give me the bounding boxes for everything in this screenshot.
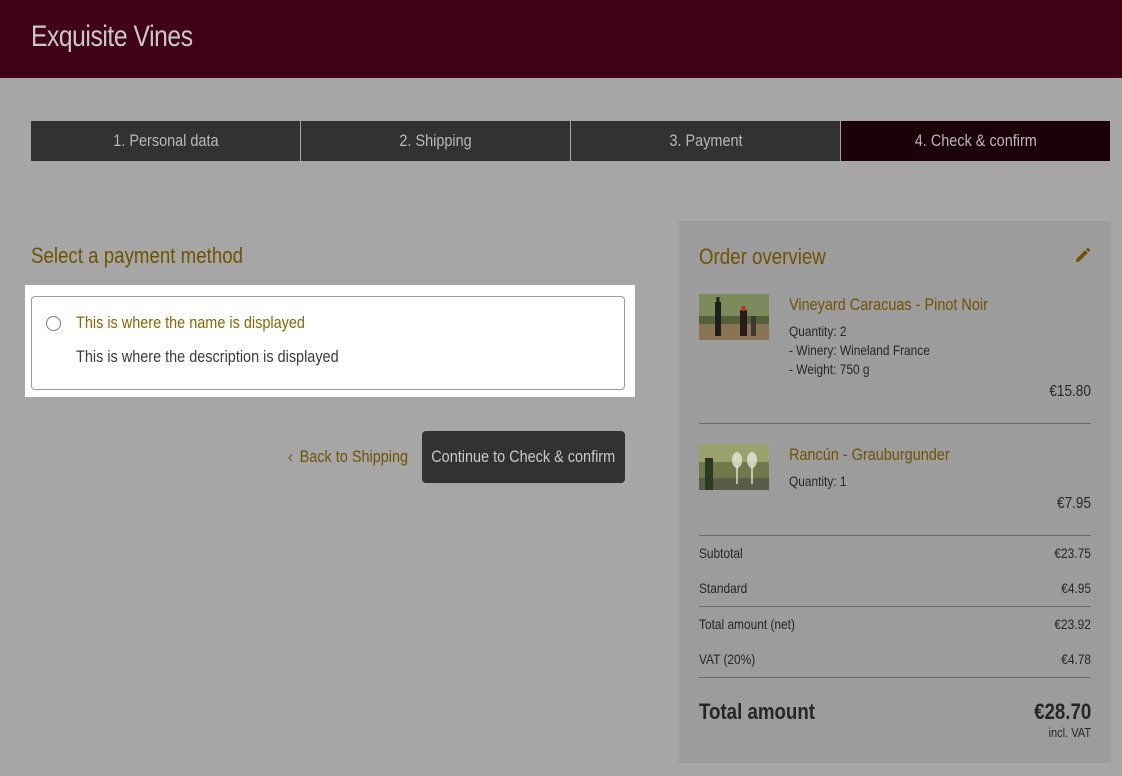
step-check-confirm[interactable]: 4. Check & confirm — [841, 121, 1110, 161]
incl-vat-note: incl. VAT — [1048, 725, 1091, 740]
payment-section-title: Select a payment method — [31, 243, 244, 268]
vat-value: €4.78 — [1061, 651, 1091, 667]
payment-option[interactable]: This is where the name is displayed This… — [31, 296, 625, 390]
net-total-value: €23.92 — [1054, 616, 1091, 632]
payment-option-name: This is where the name is displayed — [76, 313, 305, 332]
item-quantity: Quantity: 2 — [789, 323, 847, 339]
total-amount-value: €28.70 — [1033, 699, 1091, 724]
order-overview: Order overview Vineyard Caracuas - Pinot… — [679, 221, 1111, 763]
site-header: Exquisite Vines — [0, 0, 1122, 78]
step-personal-data[interactable]: 1. Personal data — [31, 121, 301, 161]
checkout-steps: 1. Personal data 2. Shipping 3. Payment … — [31, 121, 1110, 161]
item-name[interactable]: Rancún - Grauburgunder — [789, 445, 950, 465]
step-label: 2. Shipping — [399, 131, 472, 150]
subtotal-label: Subtotal — [699, 545, 743, 561]
payment-option-description: This is where the description is display… — [76, 347, 339, 366]
product-image-pinot-noir[interactable] — [699, 294, 769, 340]
step-label: 4. Check & confirm — [914, 131, 1037, 150]
back-link-label: Back to Shipping — [299, 447, 409, 466]
product-image-grauburgunder[interactable] — [699, 444, 769, 490]
divider — [699, 606, 1091, 607]
divider — [699, 535, 1091, 536]
divider — [699, 423, 1091, 424]
item-price: €7.95 — [1056, 495, 1091, 512]
item-weight: - Weight: 750 g — [789, 361, 870, 377]
step-label: 1. Personal data — [112, 131, 219, 150]
step-shipping[interactable]: 2. Shipping — [301, 121, 571, 161]
brand-logo[interactable]: Exquisite Vines — [31, 20, 193, 54]
shipping-label: Standard — [699, 580, 748, 596]
item-winery: - Winery: Wineland France — [789, 342, 930, 358]
payment-option-radio[interactable] — [46, 316, 61, 331]
item-quantity: Quantity: 1 — [789, 473, 847, 489]
vat-label: VAT (20%) — [699, 651, 756, 667]
order-overview-title: Order overview — [699, 244, 826, 269]
back-to-shipping-link[interactable]: ‹ Back to Shipping — [288, 447, 408, 467]
chevron-left-icon: ‹ — [288, 447, 293, 466]
divider — [699, 677, 1091, 678]
item-price: €15.80 — [1049, 383, 1091, 400]
subtotal-value: €23.75 — [1054, 545, 1091, 561]
pencil-icon[interactable] — [1074, 247, 1091, 264]
net-total-label: Total amount (net) — [699, 616, 795, 632]
total-amount-label: Total amount — [699, 699, 815, 724]
step-payment[interactable]: 3. Payment — [571, 121, 841, 161]
item-name[interactable]: Vineyard Caracuas - Pinot Noir — [789, 295, 988, 315]
continue-button-label: Continue to Check & confirm — [431, 447, 616, 466]
continue-button[interactable]: Continue to Check & confirm — [422, 431, 625, 483]
step-label: 3. Payment — [668, 131, 743, 150]
shipping-value: €4.95 — [1061, 580, 1091, 596]
